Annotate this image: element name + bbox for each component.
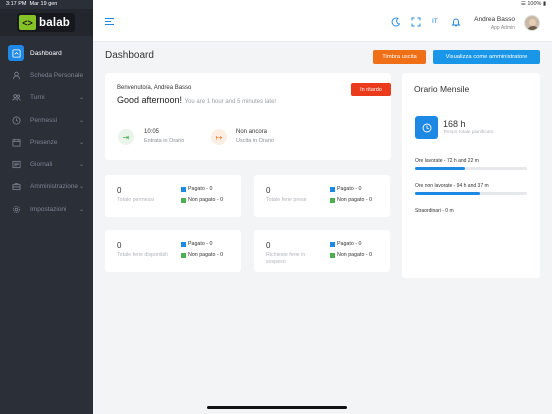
user-icon: [8, 67, 24, 83]
unpaid-legend: Non pagato - 0: [181, 252, 237, 258]
paid-legend: Pagato - 0: [181, 186, 212, 192]
paid-legend: Pagato - 0: [181, 241, 212, 247]
clock-out-button[interactable]: Timbra uscita: [373, 50, 426, 64]
worked-hours-bar: [415, 167, 527, 170]
sidebar-item-impostazioni[interactable]: Impostazioni ⌄: [4, 198, 90, 220]
chevron-down-icon: ⌄: [78, 139, 84, 146]
sidebar-item-label: Turni: [30, 94, 45, 102]
people-icon: [8, 90, 24, 106]
sidebar-item-label: Impostazioni: [30, 205, 67, 213]
user-role: App Admin: [490, 25, 515, 31]
welcome-greeting: Benvenuto/a, Andrea Basso: [117, 85, 192, 91]
stat-label: Totale ferie prese: [266, 197, 307, 203]
worked-hours-label: Ore lavorate - 72 h and 22 m: [415, 158, 479, 164]
sidebar-item-label: Permessi: [30, 116, 58, 124]
sidebar-item-scheda-personale[interactable]: Scheda Personale: [4, 64, 90, 86]
newspaper-icon: [8, 157, 24, 173]
overtime-label: Straordinari - 0 m: [415, 208, 454, 214]
chevron-down-icon: ⌄: [78, 206, 84, 213]
clock-icon: [415, 116, 438, 139]
not-worked-hours-bar: [415, 192, 527, 195]
not-worked-hours-label: Ore non lavorate - 94 h and 37 m: [415, 183, 489, 189]
sidebar-item-turni[interactable]: Turni ⌄: [4, 87, 90, 109]
chevron-down-icon: ⌄: [78, 95, 84, 102]
stat-card: 0 Totale permessi Pagato - 0 Non pagato - 0: [105, 175, 241, 217]
sidebar-item-giornali[interactable]: Giornali ⌄: [4, 153, 90, 175]
sidebar-nav: Dashboard Scheda Personale Turni ⌄ Permessi ⌄…: [4, 42, 90, 220]
notification-bell-icon[interactable]: [451, 17, 461, 27]
unpaid-legend: Non pagato - 0: [181, 197, 237, 203]
brand-mark-icon: <>: [19, 15, 36, 30]
page-title: Dashboard: [105, 50, 154, 61]
gear-icon: [8, 201, 24, 217]
status-time: 3:17 PM Mar 19 gen: [6, 1, 58, 7]
exit-icon: ↦: [211, 129, 227, 145]
chevron-down-icon: ⌄: [78, 184, 84, 191]
sidebar-item-amministrazione[interactable]: Amministrazione ⌄: [4, 176, 90, 198]
home-indicator[interactable]: [207, 406, 347, 409]
exit-time: Non ancora: [236, 129, 268, 135]
calendar-icon: [8, 134, 24, 150]
planned-hours-label: Tempo totale pianificato: [443, 130, 494, 135]
brand-name: balab: [39, 16, 71, 29]
language-icon[interactable]: IT: [432, 18, 442, 28]
late-badge: In ritardo: [351, 83, 391, 96]
chevron-down-icon: ⌄: [78, 117, 84, 124]
sidebar-item-label: Presenze: [30, 138, 58, 146]
dashboard-icon: [8, 45, 24, 62]
fullscreen-icon[interactable]: [411, 17, 421, 27]
sidebar-item-label: Giornali: [30, 161, 53, 169]
clock-icon: [8, 112, 24, 128]
monthly-schedule-card: Orario Mensile 168 h Tempo totale pianif…: [402, 73, 540, 278]
stat-value: 0: [117, 186, 122, 195]
exit-label: Uscita in Orario: [236, 138, 274, 144]
sidebar-item-presenze[interactable]: Presenze ⌄: [4, 131, 90, 153]
brand-logo[interactable]: <> balab: [17, 13, 75, 32]
sidebar: <> balab Dashboard Scheda Personale Turni ⌄…: [0, 0, 93, 414]
stat-label: Totale ferie disponibili: [117, 252, 168, 258]
menu-toggle-icon[interactable]: [105, 18, 114, 25]
welcome-headline: Good afternoon! You are 1 hour and 5 min…: [117, 95, 277, 105]
paid-legend: Pagato - 0: [330, 186, 361, 192]
monthly-title: Orario Mensile: [414, 84, 470, 94]
stat-value: 0: [117, 241, 122, 250]
avatar[interactable]: [524, 15, 540, 31]
status-bar: 3:17 PM Mar 19 gen ☰ 100% ▮: [0, 0, 552, 9]
sidebar-item-label: Amministrazione: [30, 183, 79, 191]
entry-time: 10:05: [144, 129, 160, 135]
user-name[interactable]: Andrea Basso: [474, 16, 515, 23]
sidebar-item-label: Scheda Personale: [30, 71, 84, 79]
stat-card: 0 Totale ferie prese Pagato - 0 Non pagato …: [254, 175, 390, 217]
view-as-admin-button[interactable]: Visualizza come amministratore: [433, 50, 540, 64]
entry-label: Entrata in Orario: [144, 138, 185, 144]
stat-value: 0: [266, 186, 271, 195]
chevron-down-icon: ⌄: [78, 162, 84, 169]
stat-card: 0 Richieste ferie in sospeso Pagato - 0 Non…: [254, 230, 390, 272]
stat-label: Totale permessi: [117, 197, 155, 203]
planned-hours: 168 h: [443, 119, 466, 129]
stat-card: 0 Totale ferie disponibili Pagato - 0 Non p…: [105, 230, 241, 272]
unpaid-legend: Non pagato - 0: [330, 252, 386, 258]
sidebar-item-dashboard[interactable]: Dashboard: [4, 42, 90, 64]
dark-mode-icon[interactable]: [391, 17, 401, 27]
entry-icon: ⇥: [118, 129, 134, 145]
sidebar-item-label: Dashboard: [30, 49, 62, 57]
briefcase-icon: [8, 179, 24, 195]
stat-value: 0: [266, 241, 271, 250]
sidebar-item-permessi[interactable]: Permessi ⌄: [4, 109, 90, 131]
stat-label: Richieste ferie in sospeso: [266, 252, 306, 265]
unpaid-legend: Non pagato - 0: [330, 197, 386, 203]
paid-legend: Pagato - 0: [330, 241, 361, 247]
welcome-card: Benvenuto/a, Andrea Basso Good afternoon…: [105, 73, 391, 160]
late-note: You are 1 hour and 5 minutes late!: [184, 99, 277, 105]
status-battery: ☰ 100% ▮: [520, 1, 546, 7]
